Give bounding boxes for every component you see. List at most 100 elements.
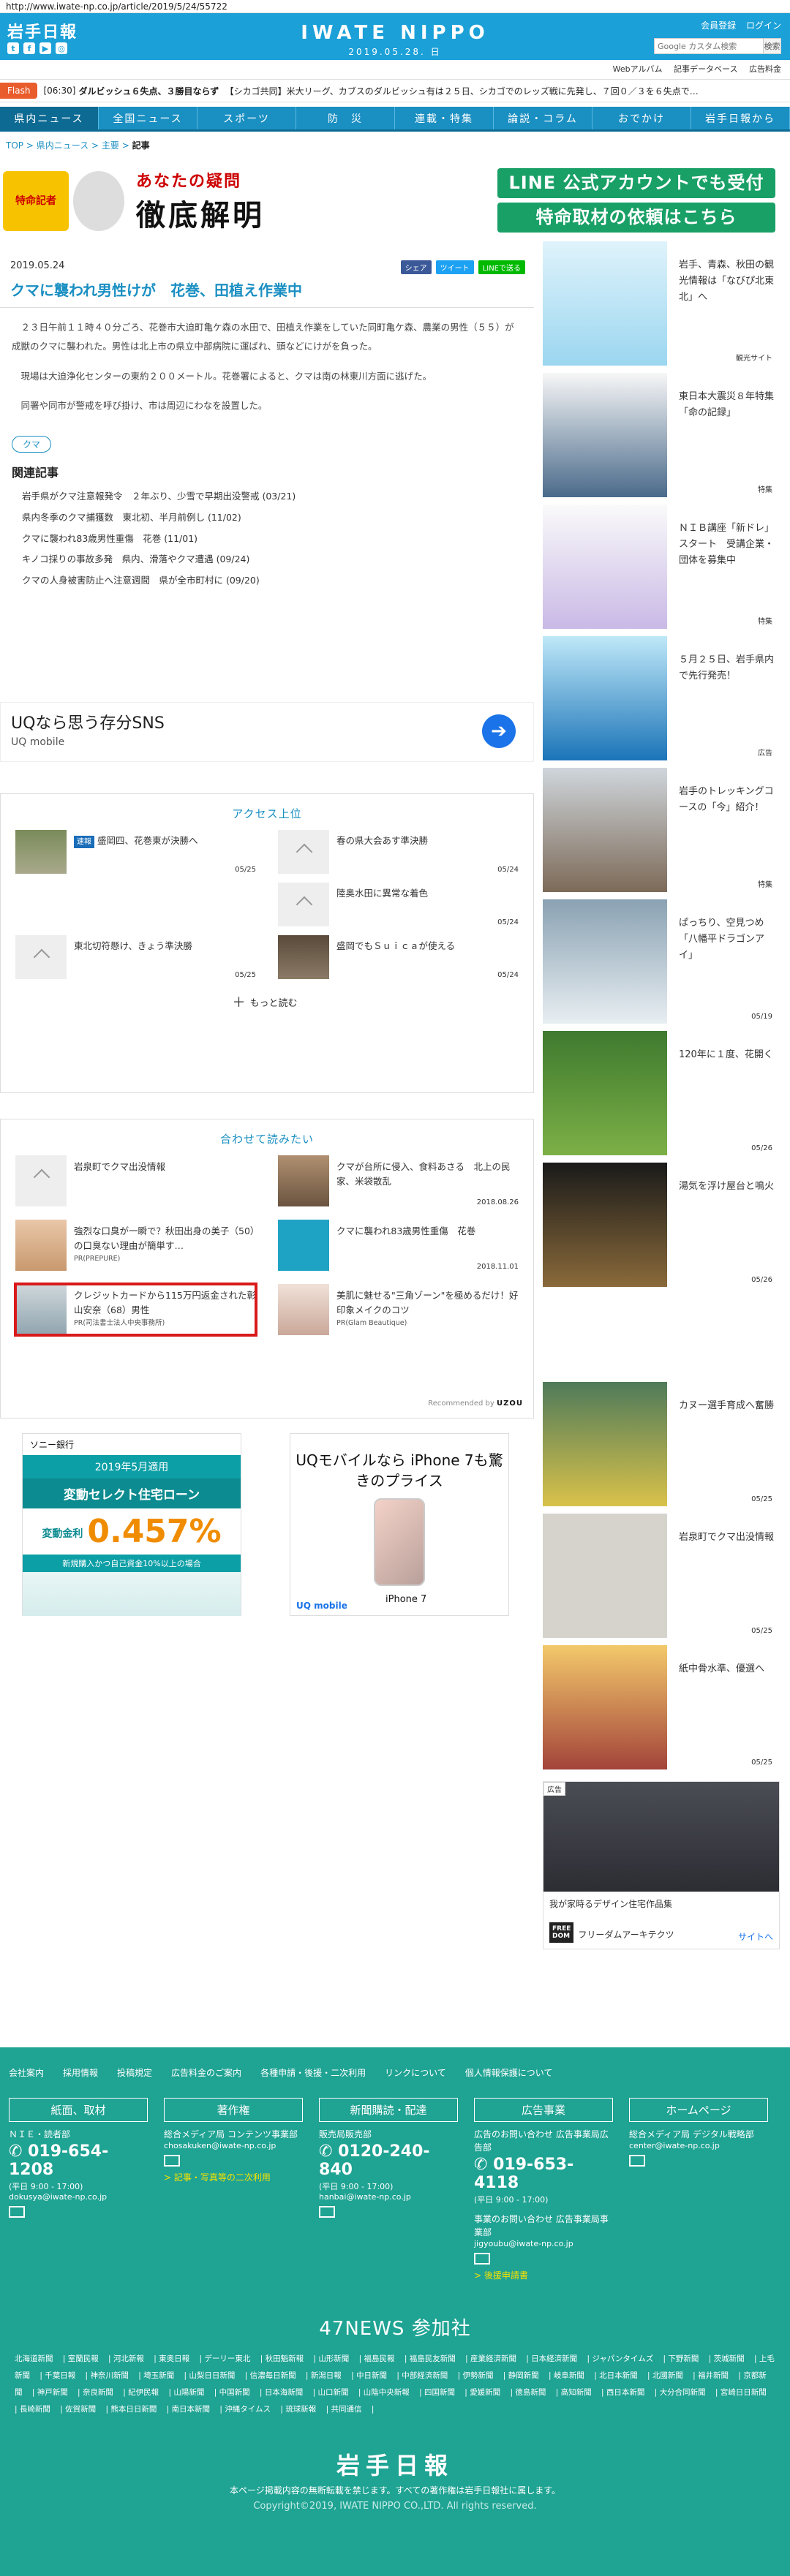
nav-local-news[interactable]: 県内ニュース [0, 107, 99, 129]
partner-paper-link[interactable]: 福井新聞 [698, 2371, 729, 2380]
web-album-link[interactable]: Webアルバム [613, 64, 663, 74]
partner-paper-link[interactable]: 中日新聞 [356, 2371, 387, 2380]
partner-paper-link[interactable]: 山梨日日新聞 [189, 2371, 235, 2380]
tokumei-banner[interactable]: 特命記者 あなたの疑問 徹底解明 LINE 公式アカウントでも受付 特命取材の依… [0, 168, 790, 234]
partner-paper-link[interactable]: 伊勢新聞 [462, 2371, 493, 2380]
member-register-link[interactable]: 会員登録 [701, 20, 736, 31]
side-item[interactable]: 東日本大震災８年特集 「命の記録」 特集 [543, 373, 783, 497]
partner-paper-link[interactable]: 南日本新聞 [172, 2405, 211, 2414]
nav-disaster[interactable]: 防 災 [296, 107, 395, 129]
share-line-button[interactable]: LINEで送る [478, 260, 525, 274]
read-more-button[interactable]: ＋もっと読む [1, 988, 533, 1011]
partner-paper-link[interactable]: 沖縄タイムス [225, 2405, 271, 2414]
search-button[interactable]: 検索 [764, 38, 781, 54]
ranking-item[interactable]: 陸奥水田に異常な着色 05/24 [278, 883, 519, 926]
partner-paper-link[interactable]: 徳島新聞 [515, 2388, 546, 2397]
partner-paper-link[interactable]: 北國新聞 [652, 2371, 683, 2380]
partner-paper-link[interactable]: 下野新聞 [668, 2354, 699, 2363]
partner-paper-link[interactable]: 北日本新聞 [599, 2371, 638, 2380]
partner-paper-link[interactable]: ジャパンタイムズ [592, 2354, 653, 2363]
nav-sports[interactable]: スポーツ [198, 107, 296, 129]
recommend-item[interactable]: 美肌に魅せる"三角ゾーン"を極めるだけ！好印象メイクのコツ PR(Glam Bea… [278, 1284, 519, 1335]
partner-paper-link[interactable]: 新潟日報 [311, 2371, 342, 2380]
contact-email[interactable]: dokusya@iwate-np.co.jp [9, 2192, 148, 2202]
flash-ticker[interactable]: Flash [06:30] ダルビッシュ６失点、３勝目ならず 【シカゴ共同】米大… [0, 79, 790, 102]
uq-text-ad[interactable]: UQなら思う存分SNS UQ mobile ➔ [0, 702, 534, 762]
mail-icon[interactable] [629, 2155, 645, 2167]
nav-from-nippo[interactable]: 岩手日報から [691, 107, 790, 129]
mail-icon[interactable] [319, 2206, 335, 2218]
phone-number[interactable]: ✆ 0120-240-840 [319, 2142, 458, 2179]
partner-paper-link[interactable]: 熊本日日新聞 [110, 2405, 157, 2414]
nav-editorial[interactable]: 論説・コラム [494, 107, 592, 129]
related-link[interactable]: キノコ採りの事故多発 県内、滑落やクマ遭遇 (09/24) [12, 549, 522, 570]
search-input[interactable] [654, 38, 764, 54]
side-item[interactable]: 岩手のトレッキングコースの「今」紹介！ 特集 [543, 768, 780, 892]
breadcrumb-category[interactable]: 県内ニュース [37, 140, 89, 151]
side-item[interactable]: カヌー選手育成へ奮勝 05/25 [543, 1382, 780, 1506]
partner-paper-link[interactable]: 山形新聞 [318, 2354, 349, 2363]
partner-paper-link[interactable]: 産業経済新聞 [470, 2354, 516, 2363]
sony-bank-ad[interactable]: ソニー銀行 2019年5月適用 変動セレクト住宅ローン 変動金利 0.457% 新… [22, 1433, 241, 1616]
partner-paper-link[interactable]: 高知新聞 [561, 2388, 592, 2397]
related-link[interactable]: クマに襲われ83歳男性重傷 花巻 (11/01) [12, 529, 522, 550]
mail-icon[interactable] [164, 2155, 180, 2167]
ad-rates-link[interactable]: 広告料金 [749, 64, 781, 74]
partner-paper-link[interactable]: 東奥日報 [159, 2354, 189, 2363]
partner-paper-link[interactable]: 秋田魁新報 [266, 2354, 304, 2363]
partner-paper-link[interactable]: 中国新聞 [219, 2388, 250, 2397]
address-bar[interactable]: http://www.iwate-np.co.jp/article/2019/5… [0, 0, 790, 13]
related-link[interactable]: 県内冬季のクマ捕獲数 東北初、半月前例し (11/02) [12, 507, 522, 529]
partner-paper-link[interactable]: 山陽新聞 [173, 2388, 204, 2397]
partner-paper-link[interactable]: 長崎新聞 [20, 2405, 50, 2414]
side-item[interactable]: 湯気を浮け屋台と鳴火 05/26 [543, 1163, 780, 1287]
partner-paper-link[interactable]: 佐賀新聞 [65, 2405, 96, 2414]
arrow-right-icon[interactable]: ➔ [482, 714, 516, 748]
side-item[interactable]: ぱっちり、空見つめ 「八幡平ドラゴンアイ」 05/19 [543, 899, 780, 1024]
partner-paper-link[interactable]: 琉球新報 [285, 2405, 316, 2414]
partner-paper-link[interactable]: 大分合同新聞 [660, 2388, 706, 2397]
footer-link[interactable]: 個人情報保護について [465, 2066, 553, 2079]
partner-paper-link[interactable]: 室蘭民報 [68, 2354, 99, 2363]
partner-paper-link[interactable]: 信濃毎日新聞 [250, 2371, 296, 2380]
partner-paper-link[interactable]: 千葉日報 [45, 2371, 75, 2380]
footer-link[interactable]: 広告料金のご案内 [171, 2066, 241, 2079]
partner-paper-link[interactable]: 宮崎日日新聞 [721, 2388, 767, 2397]
ranking-item[interactable]: 春の県大会あす準決勝 05/24 [278, 830, 519, 874]
side-item[interactable]: 120年に１度、花開く 05/26 [543, 1031, 780, 1155]
ranking-item[interactable]: 速報 盛岡四、花巻東が決勝へ 05/25 [15, 830, 256, 874]
recommend-item[interactable]: クマが台所に侵入、食料あさる 北上の民家、米袋散乱 2018.08.26 [278, 1155, 519, 1206]
contact-email[interactable]: center@iwate-np.co.jp [629, 2141, 768, 2150]
partner-paper-link[interactable]: 四国新聞 [424, 2388, 455, 2397]
sidebar-ad[interactable]: 広告 我が家時るデザイン住宅作品集 FREE DOM フリーダムアーキテクツ サイト… [543, 1781, 780, 1949]
partner-paper-link[interactable]: 奈良新聞 [83, 2388, 113, 2397]
partner-paper-link[interactable]: 日本経済新聞 [531, 2354, 577, 2363]
partner-paper-link[interactable]: 愛媛新聞 [470, 2388, 500, 2397]
flash-headline[interactable]: ダルビッシュ６失点、３勝目ならず [79, 85, 219, 97]
sponsorship-form-link[interactable]: > 後援申請書 [474, 2269, 613, 2281]
footer-link[interactable]: 投稿規定 [117, 2066, 152, 2079]
phone-number[interactable]: ✆ 019-654-1208 [9, 2142, 148, 2179]
phone-number[interactable]: ✆ 019-653-4118 [474, 2156, 613, 2192]
partner-paper-link[interactable]: 西日本新聞 [606, 2388, 645, 2397]
breadcrumb-sub[interactable]: 主要 [102, 140, 119, 151]
side-item[interactable]: 岩手、青森、秋田の観光情報は「なびぴ北東北」へ 観光サイト [543, 241, 780, 366]
recommend-item[interactable]: 岩泉町でクマ出没情報 [15, 1155, 256, 1206]
mail-icon[interactable] [9, 2206, 25, 2218]
side-item[interactable]: 岩泉町でクマ出没情報 05/25 [543, 1514, 780, 1638]
partner-paper-link[interactable]: 日本海新聞 [265, 2388, 304, 2397]
tag-bear[interactable]: クマ [12, 436, 52, 453]
partner-paper-link[interactable]: 山陰中央新報 [364, 2388, 410, 2397]
contact-email[interactable]: hanbai@iwate-np.co.jp [319, 2192, 458, 2202]
mail-icon[interactable] [474, 2253, 490, 2265]
recommend-item[interactable]: 強烈な口臭が一瞬で？秋田出身の美子（50）の口臭ない理由が簡単す… PR(PREP… [15, 1220, 256, 1271]
breadcrumb-top[interactable]: TOP [6, 140, 23, 151]
related-link[interactable]: クマの人身被害防止へ注意週間 県が全市町村に (09/20) [12, 570, 522, 592]
nav-national-news[interactable]: 全国ニュース [99, 107, 198, 129]
share-twitter-button[interactable]: ツイート [435, 260, 474, 274]
partner-paper-link[interactable]: デーリー東北 [204, 2354, 250, 2363]
side-item[interactable]: 紙中骨水準、優選へ 05/25 [543, 1645, 780, 1769]
partner-paper-link[interactable]: 山口新聞 [318, 2388, 349, 2397]
partner-paper-link[interactable]: 茨城新聞 [714, 2354, 745, 2363]
recommend-item-highlighted[interactable]: クレジットカードから115万円返金された彰山安奈（68）男性 PR(司法書士法人中… [14, 1283, 257, 1337]
